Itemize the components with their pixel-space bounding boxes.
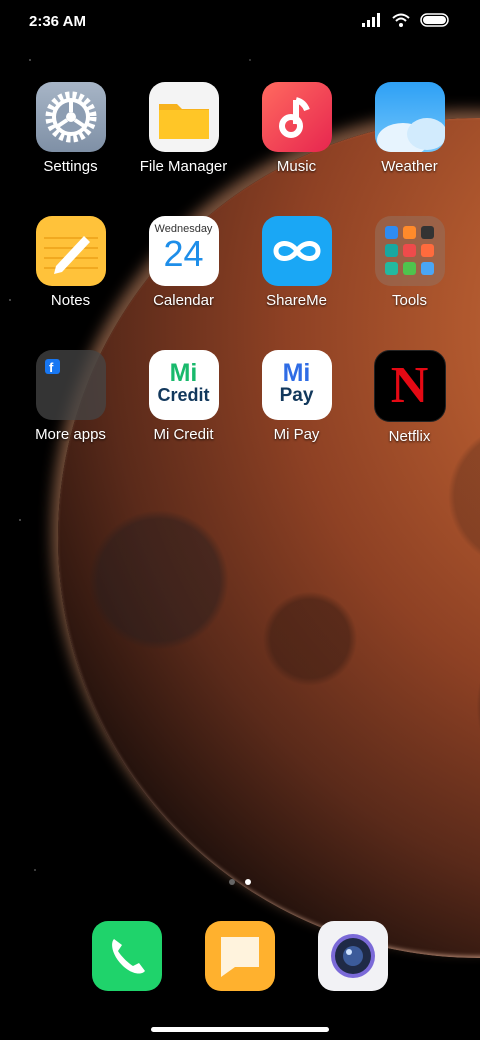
signal-icon (362, 13, 380, 27)
app-label: Tools (391, 292, 428, 309)
settings-icon (35, 82, 106, 152)
svg-text:f: f (49, 360, 54, 375)
app-shareme[interactable]: ShareMe (240, 216, 353, 309)
infinity-icon (261, 216, 332, 286)
app-more-apps-folder[interactable]: f More apps (14, 350, 127, 443)
app-settings[interactable]: Settings (14, 82, 127, 175)
page-indicator (0, 879, 480, 885)
app-weather[interactable]: Weather (353, 82, 466, 175)
app-mi-pay[interactable]: Mi Pay Mi Pay (240, 350, 353, 443)
app-label: Settings (43, 158, 98, 175)
status-time: 2:36 AM (29, 13, 86, 30)
app-label: Netflix (388, 428, 431, 445)
app-label: Mi Pay (273, 426, 320, 443)
app-label: Notes (50, 292, 91, 309)
app-mi-credit[interactable]: Mi Credit Mi Credit (127, 350, 240, 443)
app-label: ShareMe (266, 292, 327, 309)
wifi-icon (392, 13, 410, 27)
app-label: Music (276, 158, 317, 175)
mi-credit-logo-icon: Mi Credit (148, 350, 219, 420)
page-dot-current[interactable] (245, 879, 251, 885)
netflix-logo-icon: N (373, 350, 446, 422)
calendar-icon: Wednesday 24 (148, 216, 219, 286)
mi-pay-logo-top: Mi (282, 359, 311, 387)
mi-credit-logo-top: Mi (169, 359, 198, 387)
app-label: Weather (381, 158, 438, 175)
phone-icon (91, 921, 162, 991)
dock-camera[interactable] (296, 921, 409, 991)
dock-messages[interactable] (183, 921, 296, 991)
tools-folder-icon (374, 216, 445, 286)
mi-pay-logo-icon: Mi Pay (261, 350, 332, 420)
music-note-icon (261, 82, 332, 152)
status-bar: 2:36 AM (0, 0, 480, 42)
app-calendar[interactable]: Wednesday 24 Calendar (127, 216, 240, 309)
battery-icon (420, 13, 449, 27)
camera-icon (317, 921, 388, 991)
mi-credit-logo-bottom: Credit (157, 385, 210, 405)
app-music[interactable]: Music (240, 82, 353, 175)
app-notes[interactable]: Notes (14, 216, 127, 309)
app-label: Mi Credit (153, 426, 214, 443)
pencil-icon (35, 216, 106, 286)
more-apps-folder-icon: f (35, 350, 106, 420)
calendar-day: 24 (163, 233, 204, 274)
app-netflix[interactable]: N Netflix (353, 350, 466, 445)
page-dot[interactable] (229, 879, 235, 885)
cloud-icon (374, 82, 445, 152)
app-label: File Manager (139, 158, 228, 175)
dock-phone[interactable] (70, 921, 183, 991)
netflix-logo-letter: N (390, 357, 429, 414)
mi-pay-logo-bottom: Pay (279, 385, 314, 406)
message-icon (204, 921, 275, 991)
app-tools-folder[interactable]: Tools (353, 216, 466, 309)
app-file-manager[interactable]: File Manager (127, 82, 240, 175)
home-indicator-bar[interactable] (151, 1027, 329, 1032)
app-label: Calendar (153, 292, 214, 309)
app-label: More apps (35, 426, 106, 443)
folder-icon (148, 82, 219, 152)
